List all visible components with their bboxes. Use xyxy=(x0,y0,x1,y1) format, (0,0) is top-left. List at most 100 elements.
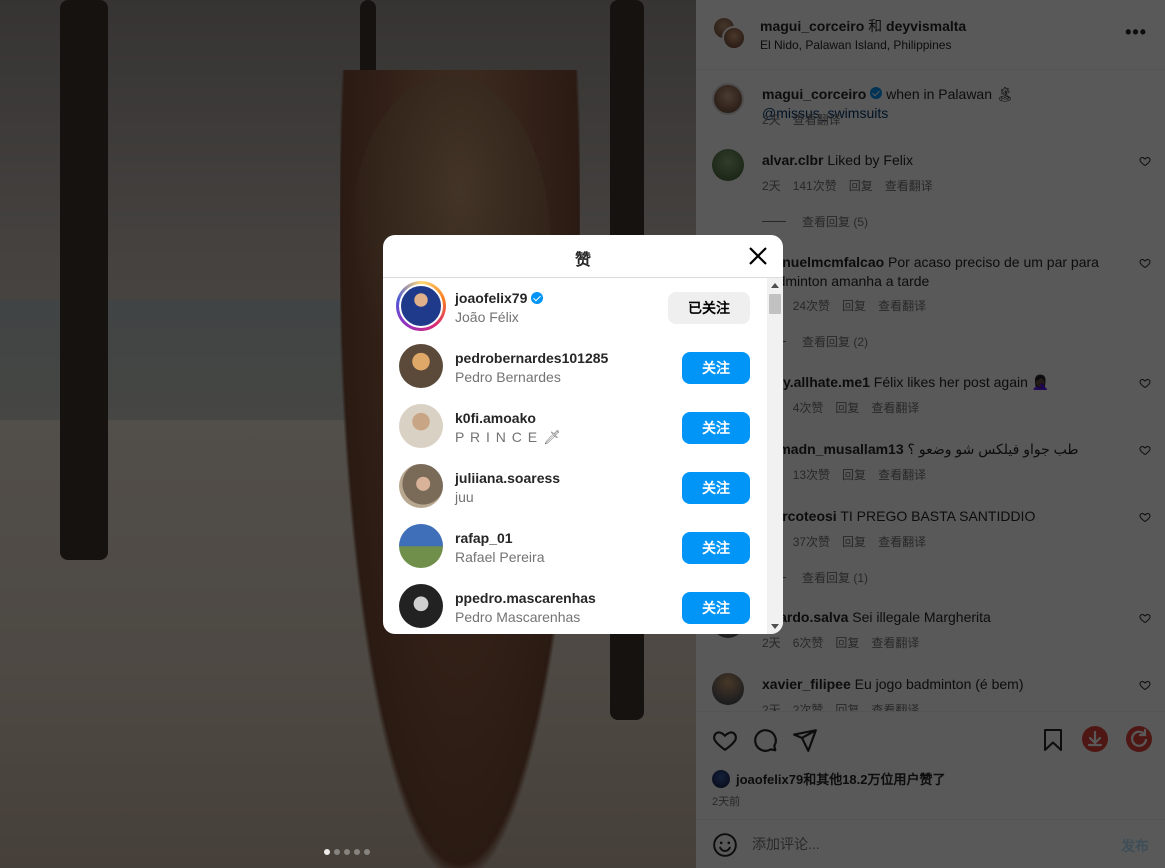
liker-username[interactable]: ppedro.mascarenhas xyxy=(455,590,596,606)
reply-link[interactable]: 回复 xyxy=(842,299,866,313)
liker-row: pedrobernardes101285 Pedro Bernardes 关注 xyxy=(383,338,767,398)
like-comment-icon[interactable] xyxy=(1139,257,1151,269)
following-button[interactable]: 已关注 xyxy=(668,292,750,324)
comment-username[interactable]: magui_corceiro xyxy=(762,86,866,102)
post-actions: joaofelix79和其他18.2万位用户赞了 2天前 xyxy=(696,711,1165,819)
comment-meta: 2天24次赞回复查看翻译 xyxy=(762,297,938,314)
reply-link[interactable]: 回复 xyxy=(835,401,859,415)
translate-link[interactable]: 查看翻译 xyxy=(878,468,926,482)
comment-meta: 2天37次赞回复查看翻译 xyxy=(762,533,938,550)
scrollbar[interactable] xyxy=(767,278,783,634)
more-options-icon[interactable]: ••• xyxy=(1125,22,1147,43)
liker-username[interactable]: pedrobernardes101285 xyxy=(455,350,608,366)
likes-modal: 赞 joaofelix79 João Félix 已关注 pedrobernar… xyxy=(383,235,783,634)
like-comment-icon[interactable] xyxy=(1139,679,1151,691)
translate-link[interactable]: 查看翻译 xyxy=(885,179,933,193)
comment-likes[interactable]: 141次赞 xyxy=(793,179,837,193)
carousel-dot xyxy=(334,849,340,855)
comment-time: 2天 xyxy=(762,703,781,711)
and-separator: 和 xyxy=(864,18,887,34)
avatar[interactable] xyxy=(399,344,443,388)
liker-username[interactable]: rafap_01 xyxy=(455,530,513,546)
scroll-up-arrow[interactable] xyxy=(771,283,779,288)
comment-body: TI PREGO BASTA SANTIDDIO xyxy=(836,508,1036,524)
comment-likes[interactable]: 37次赞 xyxy=(793,535,830,549)
follow-button[interactable]: 关注 xyxy=(682,352,750,384)
comment-likes[interactable]: 13次赞 xyxy=(793,468,830,482)
refresh-icon[interactable] xyxy=(1125,725,1153,753)
follow-button[interactable]: 关注 xyxy=(682,592,750,624)
translate-link[interactable]: 查看翻译 xyxy=(871,703,919,711)
avatar[interactable] xyxy=(712,149,744,181)
comment-likes[interactable]: 4次赞 xyxy=(793,401,824,415)
emoji-icon[interactable] xyxy=(712,832,738,858)
like-comment-icon[interactable] xyxy=(1139,612,1151,624)
comment-input[interactable] xyxy=(752,836,1092,852)
like-comment-icon[interactable] xyxy=(1139,444,1151,456)
scrollbar-thumb[interactable] xyxy=(769,294,781,314)
caption-meta: 2天 查看翻译 xyxy=(762,111,853,128)
reply-link[interactable]: 回复 xyxy=(849,179,873,193)
comment-username[interactable]: ahmadn_musallam13 xyxy=(762,441,904,457)
avatar[interactable] xyxy=(712,83,744,115)
share-icon[interactable] xyxy=(792,727,818,753)
bookmark-icon[interactable] xyxy=(1041,727,1065,753)
avatar[interactable] xyxy=(399,524,443,568)
avatar[interactable] xyxy=(399,584,443,628)
likers-list[interactable]: joaofelix79 João Félix 已关注 pedrobernarde… xyxy=(383,278,767,634)
avatar[interactable] xyxy=(399,464,443,508)
comment-body: Sei illegale Margherita xyxy=(848,609,991,625)
liker-row: joaofelix79 João Félix 已关注 xyxy=(383,278,767,338)
close-icon[interactable] xyxy=(747,245,769,267)
like-comment-icon[interactable] xyxy=(1139,155,1151,167)
post-comment-button[interactable]: 发布 xyxy=(1121,836,1149,856)
liker-username[interactable]: juliiana.soaress xyxy=(455,470,560,486)
follow-button[interactable]: 关注 xyxy=(682,472,750,504)
avatar[interactable] xyxy=(396,281,446,331)
translate-link[interactable]: 查看翻译 xyxy=(878,299,926,313)
liked-by-text[interactable]: joaofelix79和其他18.2万位用户赞了 xyxy=(736,769,946,788)
coauthor-avatar[interactable] xyxy=(722,26,746,50)
reply-link[interactable]: 回复 xyxy=(835,636,859,650)
author-link[interactable]: magui_corceiro xyxy=(760,18,864,34)
coauthor-link[interactable]: deyvismalta xyxy=(886,18,966,34)
liker-username[interactable]: k0fi.amoako xyxy=(455,410,536,426)
avatar[interactable] xyxy=(399,404,443,448)
scroll-down-arrow[interactable] xyxy=(771,624,779,629)
view-replies[interactable]: 查看回复 (5) xyxy=(762,213,868,230)
carousel-dot xyxy=(344,849,350,855)
translate-link[interactable]: 查看翻译 xyxy=(793,113,841,127)
follow-button[interactable]: 关注 xyxy=(682,532,750,564)
comment-meta: 2天13次赞回复查看翻译 xyxy=(762,466,938,483)
reply-link[interactable]: 回复 xyxy=(835,703,859,711)
reply-link[interactable]: 回复 xyxy=(842,535,866,549)
comment-username[interactable]: xavier_filipee xyxy=(762,676,851,692)
download-icon[interactable] xyxy=(1081,725,1109,753)
like-comment-icon[interactable] xyxy=(1139,511,1151,523)
translate-link[interactable]: 查看翻译 xyxy=(878,535,926,549)
modal-header: 赞 xyxy=(383,235,783,278)
translate-link[interactable]: 查看翻译 xyxy=(871,636,919,650)
liker-row: juliiana.soaress juu 关注 xyxy=(383,458,767,518)
caption-body: when in Palawan 🏝 xyxy=(882,86,1014,102)
comment-username[interactable]: alvar.clbr xyxy=(762,152,824,168)
translate-link[interactable]: 查看翻译 xyxy=(871,401,919,415)
location-link[interactable]: El Nido, Palawan Island, Philippines xyxy=(760,38,951,52)
avatar[interactable] xyxy=(712,673,744,705)
comment-text: only.allhate.me1 Félix likes her post ag… xyxy=(762,373,1122,392)
liked-by-summary[interactable]: joaofelix79和其他18.2万位用户赞了 xyxy=(712,769,946,788)
comment-likes[interactable]: 24次赞 xyxy=(793,299,830,313)
comment-body: Liked by Felix xyxy=(823,152,913,168)
follow-button[interactable]: 关注 xyxy=(682,412,750,444)
comment-likes[interactable]: 6次赞 xyxy=(793,636,824,650)
comment-time: 2天 xyxy=(762,179,781,193)
comment-likes[interactable]: 2次赞 xyxy=(793,703,824,711)
comment-icon[interactable] xyxy=(752,727,778,753)
liker-username[interactable]: joaofelix79 xyxy=(455,290,544,306)
like-comment-icon[interactable] xyxy=(1139,377,1151,389)
reply-link[interactable]: 回复 xyxy=(842,468,866,482)
comment-text: xavier_filipee Eu jogo badminton (é bem) xyxy=(762,675,1122,694)
liker-fullname: Rafael Pereira xyxy=(455,549,545,565)
carousel-dot xyxy=(354,849,360,855)
like-icon[interactable] xyxy=(712,727,738,753)
